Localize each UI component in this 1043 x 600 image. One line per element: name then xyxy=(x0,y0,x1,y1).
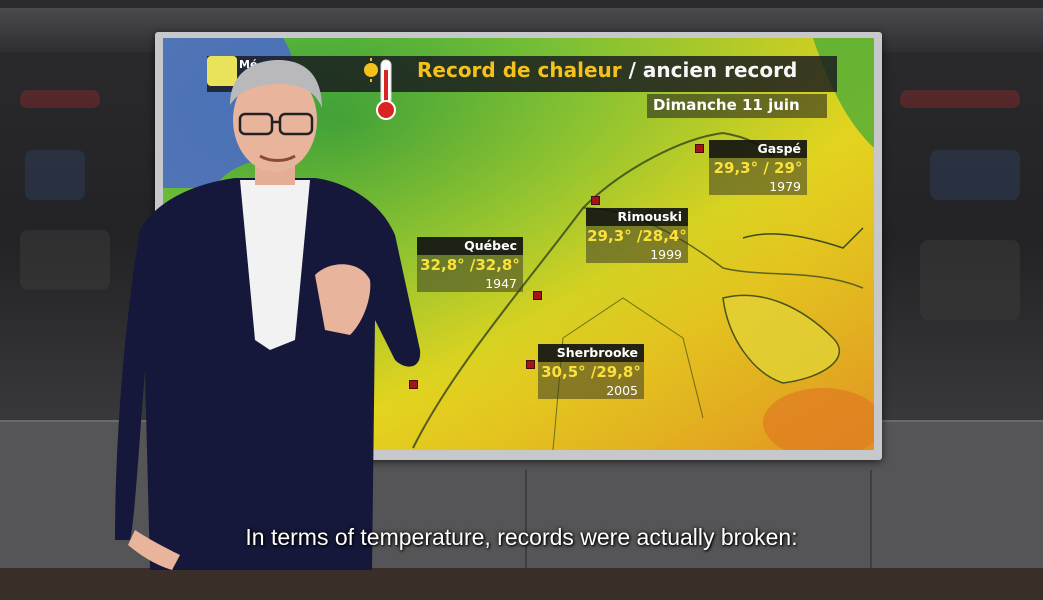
city-year: 1947 xyxy=(417,275,523,292)
closed-caption: In terms of temperature, records were ac… xyxy=(245,524,798,550)
city-label-quebec: Québec 32,8° /32,8° 1947 xyxy=(417,237,523,292)
city-name: Gaspé xyxy=(709,140,807,158)
city-marker-quebec xyxy=(533,291,542,300)
city-values: 29,3° / 29° xyxy=(709,158,807,178)
background-light xyxy=(20,90,100,108)
background-light xyxy=(20,230,110,290)
city-year: 1999 xyxy=(586,246,688,263)
presenter xyxy=(115,60,421,570)
city-label-rimouski: Rimouski 29,3° /28,4° 1999 xyxy=(586,208,688,263)
city-year: 1979 xyxy=(709,178,807,195)
background-light xyxy=(900,90,1020,108)
panel-divider xyxy=(870,470,872,570)
background-light xyxy=(920,240,1020,320)
background-light xyxy=(930,150,1020,200)
city-name: Sherbrooke xyxy=(538,344,644,362)
city-label-gaspe: Gaspé 29,3° / 29° 1979 xyxy=(709,140,807,195)
city-name: Québec xyxy=(417,237,523,255)
city-label-sherbrooke: Sherbrooke 30,5° /29,8° 2005 xyxy=(538,344,644,399)
city-name: Rimouski xyxy=(586,208,688,226)
panel-divider xyxy=(525,470,527,570)
city-marker-gaspe xyxy=(695,144,704,153)
map-date: Dimanche 11 juin xyxy=(653,96,800,114)
city-marker-rimouski xyxy=(591,196,600,205)
city-year: 2005 xyxy=(538,382,644,399)
background-light xyxy=(25,150,85,200)
city-marker-sherbrooke xyxy=(526,360,535,369)
title-main: Record de chaleur xyxy=(417,58,622,82)
map-title: Record de chaleur / ancien record xyxy=(417,58,797,82)
city-values: 29,3° /28,4° xyxy=(586,226,688,246)
city-values: 32,8° /32,8° xyxy=(417,255,523,275)
city-values: 30,5° /29,8° xyxy=(538,362,644,382)
title-separator: / xyxy=(628,58,636,82)
title-secondary: ancien record xyxy=(642,58,798,82)
